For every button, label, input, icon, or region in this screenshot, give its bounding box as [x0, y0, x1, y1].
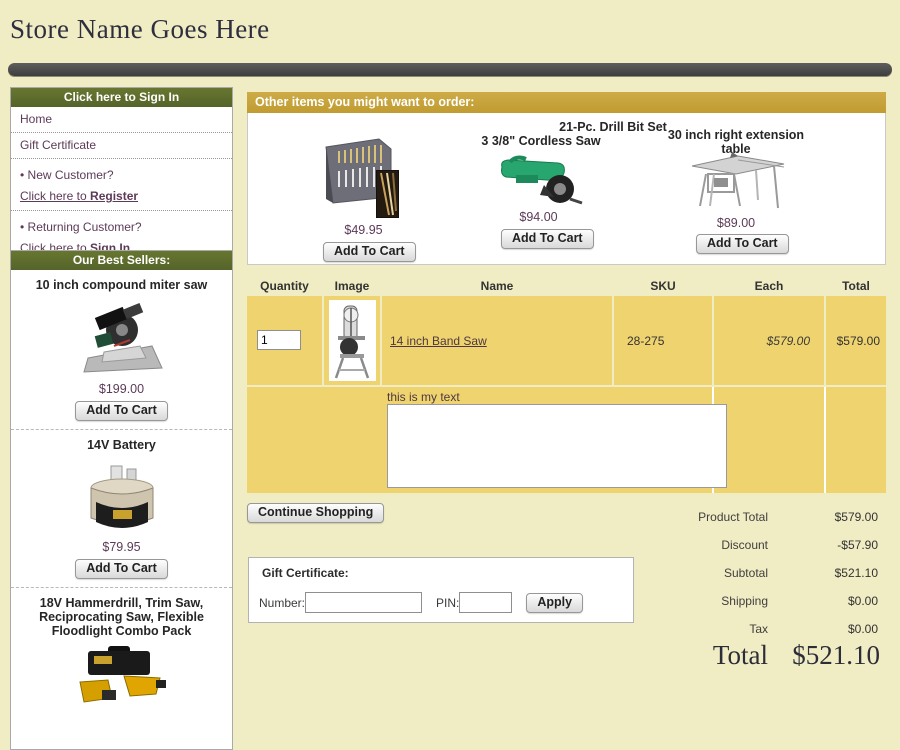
cart-note-row: this is my text [247, 387, 886, 493]
summary-value: $0.00 [768, 622, 878, 636]
page-title: Store Name Goes Here [10, 14, 270, 45]
column-header-sku: SKU [614, 279, 712, 293]
product-price: $94.00 [496, 210, 581, 224]
product-name: 3 3/8" Cordless Saw [481, 134, 601, 148]
gift-certificate-title: Gift Certificate: [262, 566, 349, 580]
signin-panel-header[interactable]: Click here to Sign In [11, 88, 232, 107]
best-seller-item: 14V Battery $79.95 Add To Cart [11, 429, 232, 587]
total-price-cell: $579.00 [826, 296, 886, 385]
best-sellers-panel: Our Best Sellers: 10 inch compound miter… [10, 250, 233, 750]
add-to-cart-button[interactable]: Add To Cart [696, 234, 789, 254]
signin-panel: Click here to Sign In Home Gift Certific… [10, 87, 233, 264]
returning-customer-question: • Returning Customer? [11, 211, 232, 236]
cordless-saw-photo [496, 151, 586, 207]
summary-value: $0.00 [768, 594, 878, 608]
best-seller-item: 18V Hammerdrill, Trim Saw, Reciprocating… [11, 587, 232, 716]
register-link[interactable]: Click here to Register [11, 184, 232, 211]
product-name: 14V Battery [15, 436, 228, 456]
sidebar-item-home[interactable]: Home [11, 107, 232, 133]
gift-certificate-panel: Gift Certificate: Number: PIN: Apply [248, 557, 634, 623]
note-label: this is my text [387, 390, 460, 404]
register-link-prefix: Click here to [20, 189, 90, 203]
quantity-cell [247, 296, 322, 385]
product-price: $79.95 [15, 540, 228, 554]
drill-bit-inset-photo [376, 170, 399, 218]
summary-row: Subtotal $521.10 [600, 566, 878, 580]
summary-value: $579.00 [768, 510, 878, 524]
combo-pack-photo [72, 646, 172, 706]
summary-label: Subtotal [600, 566, 768, 580]
best-sellers-header: Our Best Sellers: [11, 251, 232, 270]
product-price: $89.00 [696, 216, 776, 230]
grand-total-label: Total [620, 640, 768, 671]
battery-photo [83, 460, 161, 536]
summary-row: Product Total $579.00 [600, 510, 878, 524]
column-header-quantity: Quantity [247, 279, 322, 293]
column-header-image: Image [324, 279, 380, 293]
name-cell: 14 inch Band Saw [382, 296, 612, 385]
note-textarea[interactable] [387, 404, 727, 488]
column-header-each: Each [714, 279, 824, 293]
grand-total-row: Total $521.10 [620, 640, 880, 671]
register-link-bold: Register [90, 189, 138, 203]
summary-row: Shipping $0.00 [600, 594, 878, 608]
header-divider-bar [8, 63, 892, 76]
sidebar-item-gift-certificate[interactable]: Gift Certificate [11, 133, 232, 159]
grand-total-value: $521.10 [768, 640, 880, 671]
apply-button[interactable]: Apply [526, 593, 583, 613]
quantity-input[interactable] [257, 330, 301, 350]
gift-pin-input[interactable] [459, 592, 512, 613]
summary-row: Discount -$57.90 [600, 538, 878, 552]
each-price-cell: $579.00 [714, 296, 824, 385]
gift-number-input[interactable] [305, 592, 422, 613]
gift-number-label: Number: [259, 596, 305, 610]
product-name: 18V Hammerdrill, Trim Saw, Reciprocating… [15, 594, 228, 642]
column-divider [824, 387, 826, 493]
product-price: $199.00 [15, 382, 228, 396]
summary-label: Shipping [600, 594, 768, 608]
gift-pin-label: PIN: [436, 596, 459, 610]
sku-cell: 28-275 [614, 296, 712, 385]
cart-table-header: Quantity Image Name SKU Each Total [247, 279, 886, 293]
summary-label: Product Total [600, 510, 768, 524]
product-name: 10 inch compound miter saw [15, 276, 228, 296]
continue-shopping-button[interactable]: Continue Shopping [247, 503, 384, 523]
summary-row: Tax $0.00 [600, 622, 878, 636]
recommendations-panel: 21-Pc. Drill Bit Set $49.95 A [247, 113, 886, 265]
summary-label: Discount [600, 538, 768, 552]
band-saw-photo[interactable] [329, 300, 376, 381]
recommendations-banner: Other items you might want to order: [247, 92, 886, 113]
summary-value: -$57.90 [768, 538, 878, 552]
column-header-total: Total [826, 279, 886, 293]
add-to-cart-button[interactable]: Add To Cart [75, 401, 168, 421]
cart-item-row: 14 inch Band Saw 28-275 $579.00 $579.00 [247, 296, 886, 385]
add-to-cart-button[interactable]: Add To Cart [323, 242, 416, 262]
column-header-name: Name [382, 279, 612, 293]
summary-label: Tax [600, 622, 768, 636]
new-customer-question: • New Customer? [11, 159, 232, 184]
miter-saw-photo [74, 300, 169, 378]
add-to-cart-button[interactable]: Add To Cart [75, 559, 168, 579]
image-cell [324, 296, 380, 385]
cart-item-link[interactable]: 14 inch Band Saw [390, 334, 487, 348]
best-seller-item: 10 inch compound miter saw $199.00 Add T… [11, 270, 232, 429]
summary-value: $521.10 [768, 566, 878, 580]
add-to-cart-button[interactable]: Add To Cart [501, 229, 594, 249]
product-price: $49.95 [316, 223, 411, 237]
extension-table-photo [686, 148, 791, 212]
